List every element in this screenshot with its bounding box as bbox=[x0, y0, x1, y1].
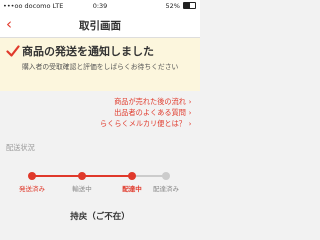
battery-status: 52% bbox=[165, 2, 196, 10]
progress-track-pending bbox=[132, 175, 166, 177]
shipping-notice: 商品の発送を通知しました 購入者の受取確認と評価をしばらくお待ちください bbox=[0, 38, 200, 91]
step-dot bbox=[78, 172, 86, 180]
shipping-progress: 発送済み 輸送中 配達中 配達済み bbox=[0, 170, 200, 200]
step-label: 発送済み bbox=[19, 185, 45, 193]
battery-icon bbox=[183, 2, 196, 9]
nav-bar: ‹ 取引画面 bbox=[0, 13, 200, 38]
help-link-label: らくらくメルカリ便とは？ bbox=[99, 119, 186, 128]
notice-text: 購入者の受取確認と評価をしばらくお待ちください bbox=[22, 63, 179, 71]
check-icon bbox=[6, 45, 20, 57]
chevron-right-icon: › bbox=[188, 97, 192, 106]
section-label-shipping-status: 配送状況 bbox=[6, 143, 35, 152]
step-dot bbox=[28, 172, 36, 180]
help-link-label: 商品が売れた後の流れ bbox=[114, 97, 186, 106]
delivery-status-message: 持戻（ご不在） bbox=[70, 212, 130, 222]
chevron-right-icon: › bbox=[188, 108, 192, 117]
status-bar: •••oo docomo LTE 0:39 52% bbox=[0, 0, 200, 13]
help-link-after-sale-flow[interactable]: 商品が売れた後の流れ › bbox=[74, 96, 194, 107]
step-dot-current bbox=[128, 172, 136, 180]
step-label: 輸送中 bbox=[72, 185, 92, 193]
step-label: 配達済み bbox=[153, 185, 179, 193]
battery-percent: 52% bbox=[165, 2, 180, 10]
help-links: 商品が売れた後の流れ › 出品者のよくある質問 › らくらくメルカリ便とは？ › bbox=[74, 96, 194, 129]
page-title: 取引画面 bbox=[79, 20, 121, 32]
chevron-right-icon: › bbox=[188, 119, 192, 128]
help-link-seller-faq[interactable]: 出品者のよくある質問 › bbox=[74, 107, 194, 118]
step-dot bbox=[162, 172, 170, 180]
help-link-label: 出品者のよくある質問 bbox=[114, 108, 186, 117]
notice-title: 商品の発送を通知しました bbox=[22, 45, 154, 58]
help-link-rakuraku[interactable]: らくらくメルカリ便とは？ › bbox=[74, 118, 194, 129]
